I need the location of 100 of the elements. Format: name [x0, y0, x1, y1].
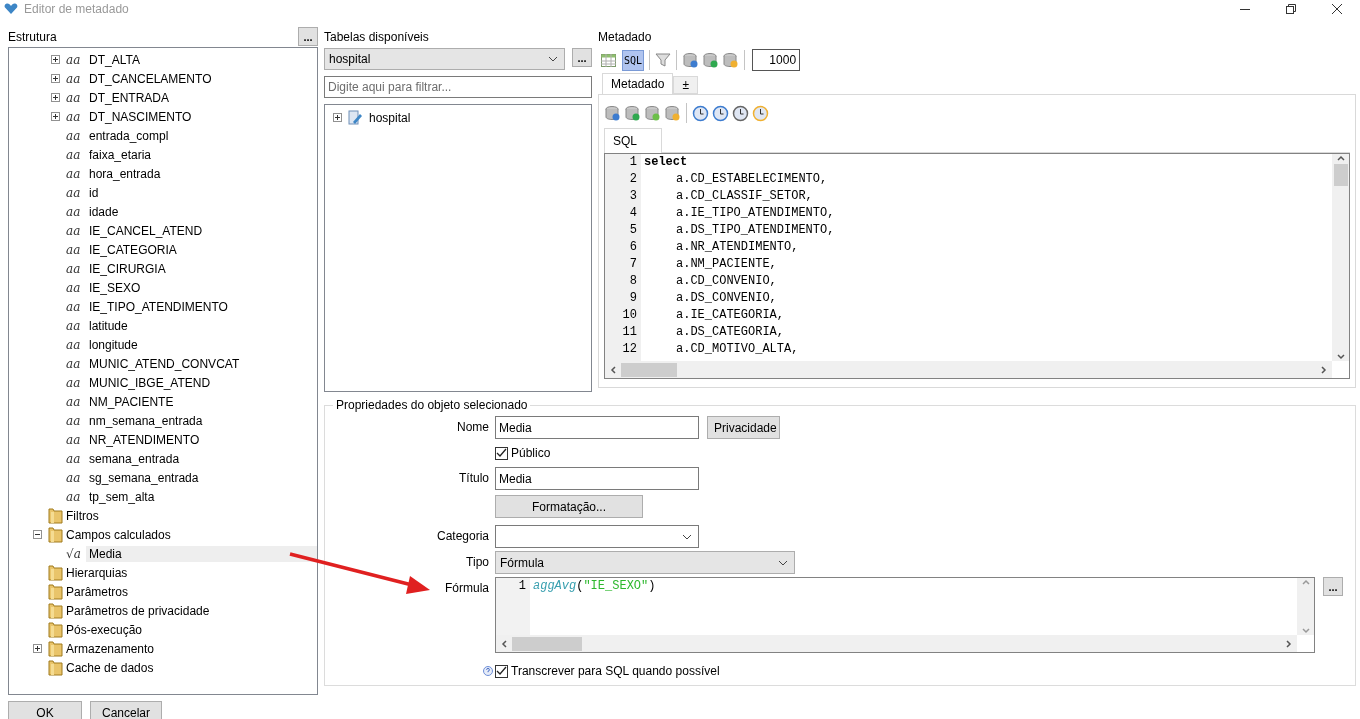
- clock-icon[interactable]: [712, 104, 729, 122]
- restore-icon[interactable]: [1286, 4, 1296, 14]
- tree-item[interactable]: IE_CANCEL_ATEND: [86, 222, 206, 239]
- tree-item[interactable]: Parâmetros de privacidade: [63, 602, 213, 619]
- help-icon[interactable]: [483, 666, 493, 676]
- tree-item[interactable]: semana_entrada: [86, 450, 183, 467]
- checkbox[interactable]: [495, 446, 508, 460]
- tree-item[interactable]: tp_sem_alta: [86, 488, 158, 505]
- format-button[interactable]: Formatação...: [495, 495, 643, 518]
- table-icon: [348, 109, 364, 126]
- tree-item[interactable]: Filtros: [63, 507, 102, 524]
- title-field[interactable]: Media: [495, 467, 699, 490]
- tree-item[interactable]: NR_ATENDIMENTO: [86, 431, 203, 448]
- tree-item[interactable]: DT_ENTRADA: [86, 89, 172, 106]
- tree-item[interactable]: IE_SEXO: [86, 279, 144, 296]
- close-icon[interactable]: [1332, 4, 1342, 14]
- scroll-thumb[interactable]: [512, 636, 582, 651]
- type-select[interactable]: Fórmula: [495, 551, 795, 574]
- line-number: 5: [628, 222, 638, 239]
- tree-item[interactable]: Parâmetros: [63, 583, 132, 600]
- tree-item[interactable]: sg_semana_entrada: [86, 469, 202, 486]
- tree-item[interactable]: hospital: [366, 109, 414, 126]
- tree-item[interactable]: Pós-execução: [63, 621, 146, 638]
- expand-icon[interactable]: [50, 93, 60, 102]
- more-button[interactable]: ...: [572, 48, 592, 67]
- tree-item[interactable]: entrada_compl: [86, 127, 172, 144]
- checkbox[interactable]: [495, 664, 508, 678]
- expand-icon[interactable]: [50, 74, 60, 83]
- tree-item[interactable]: id: [86, 184, 102, 201]
- filter-field[interactable]: Digite aqui para filtrar...: [324, 76, 592, 98]
- horizontal-scrollbar[interactable]: [605, 361, 1332, 378]
- database-icon[interactable]: [664, 104, 681, 122]
- tree-item[interactable]: IE_TIPO_ATENDIMENTO: [86, 298, 231, 315]
- database-icon[interactable]: [702, 51, 720, 69]
- tree-item[interactable]: MUNIC_IBGE_ATEND: [86, 374, 214, 391]
- clock-icon[interactable]: [732, 104, 749, 122]
- expand-icon[interactable]: [50, 55, 60, 64]
- checkbox-label[interactable]: Público: [511, 446, 551, 460]
- database-icon[interactable]: [722, 51, 740, 69]
- tree-item[interactable]: IE_CIRURGIA: [86, 260, 169, 277]
- scroll-thumb[interactable]: [621, 362, 677, 377]
- category-select[interactable]: [495, 525, 699, 548]
- tree-item[interactable]: Armazenamento: [63, 640, 158, 657]
- dialog-button[interactable]: Cancelar: [90, 701, 162, 719]
- tree-item[interactable]: DT_NASCIMENTO: [86, 108, 195, 125]
- scroll-right-icon[interactable]: [1320, 365, 1328, 374]
- tree-item[interactable]: hora_entrada: [86, 165, 164, 182]
- clock-icon[interactable]: [692, 104, 709, 122]
- tab[interactable]: Metadado: [602, 73, 674, 94]
- folder-icon: [48, 659, 63, 676]
- tree-item[interactable]: Campos calculados: [63, 526, 174, 543]
- database-icon[interactable]: [604, 104, 621, 122]
- filter-icon[interactable]: [655, 52, 672, 68]
- folder-icon: [48, 602, 63, 619]
- tree-item[interactable]: latitude: [86, 317, 131, 334]
- tree-item[interactable]: DT_CANCELAMENTO: [86, 70, 215, 87]
- vertical-scrollbar[interactable]: [1332, 154, 1349, 361]
- tab[interactable]: SQL: [604, 128, 662, 153]
- tree-item[interactable]: MUNIC_ATEND_CONVCAT: [86, 355, 243, 372]
- tree-item[interactable]: NM_PACIENTE: [86, 393, 177, 410]
- expand-icon[interactable]: [332, 113, 342, 122]
- tree-item[interactable]: DT_ALTA: [86, 51, 143, 68]
- tree-item[interactable]: Cache de dados: [63, 659, 157, 676]
- minimize-icon[interactable]: [1240, 8, 1250, 10]
- row-limit-field[interactable]: 1000: [752, 49, 801, 71]
- tree-item[interactable]: faixa_etaria: [86, 146, 155, 163]
- field-type-glyph: aa: [66, 166, 82, 181]
- horizontal-scrollbar[interactable]: [496, 635, 1297, 652]
- field-type-glyph: aa: [66, 90, 82, 105]
- database-icon[interactable]: [682, 51, 700, 69]
- collapse-icon[interactable]: [32, 530, 42, 539]
- scroll-down-icon[interactable]: [1336, 353, 1345, 361]
- database-icon[interactable]: [644, 104, 661, 122]
- database-icon[interactable]: [624, 104, 641, 122]
- tree-item[interactable]: nm_semana_entrada: [86, 412, 206, 429]
- more-button[interactable]: ...: [298, 27, 318, 46]
- tree-item[interactable]: Hierarquias: [63, 564, 131, 581]
- scroll-left-icon[interactable]: [609, 365, 617, 374]
- table-select[interactable]: hospital: [324, 48, 565, 70]
- dialog-button[interactable]: OK: [8, 701, 82, 719]
- tree-item[interactable]: longitude: [86, 336, 141, 353]
- clock-icon[interactable]: [752, 104, 769, 122]
- name-field[interactable]: Media: [495, 416, 699, 439]
- more-button[interactable]: ...: [1323, 577, 1343, 596]
- expand-icon[interactable]: [50, 112, 60, 121]
- sql-view-button[interactable]: SQL: [622, 49, 645, 71]
- tree-item[interactable]: Media: [86, 545, 317, 562]
- expand-icon[interactable]: [32, 644, 42, 653]
- tree-item[interactable]: IE_CATEGORIA: [86, 241, 180, 258]
- scroll-up-icon[interactable]: [1336, 154, 1345, 162]
- tab[interactable]: ±: [673, 76, 698, 94]
- sql-editor[interactable]: [604, 153, 1350, 379]
- scroll-thumb[interactable]: [1333, 164, 1348, 186]
- privacy-button[interactable]: Privacidade: [707, 416, 780, 439]
- formula-editor[interactable]: 1 aggAvg("IE_SEXO"): [495, 577, 1315, 653]
- checkbox-label[interactable]: Transcrever para SQL quando possível: [511, 664, 720, 678]
- scroll-left-icon[interactable]: [500, 639, 508, 648]
- checkmark-icon: [496, 666, 507, 676]
- tree-item[interactable]: idade: [86, 203, 122, 220]
- scroll-right-icon[interactable]: [1285, 639, 1293, 648]
